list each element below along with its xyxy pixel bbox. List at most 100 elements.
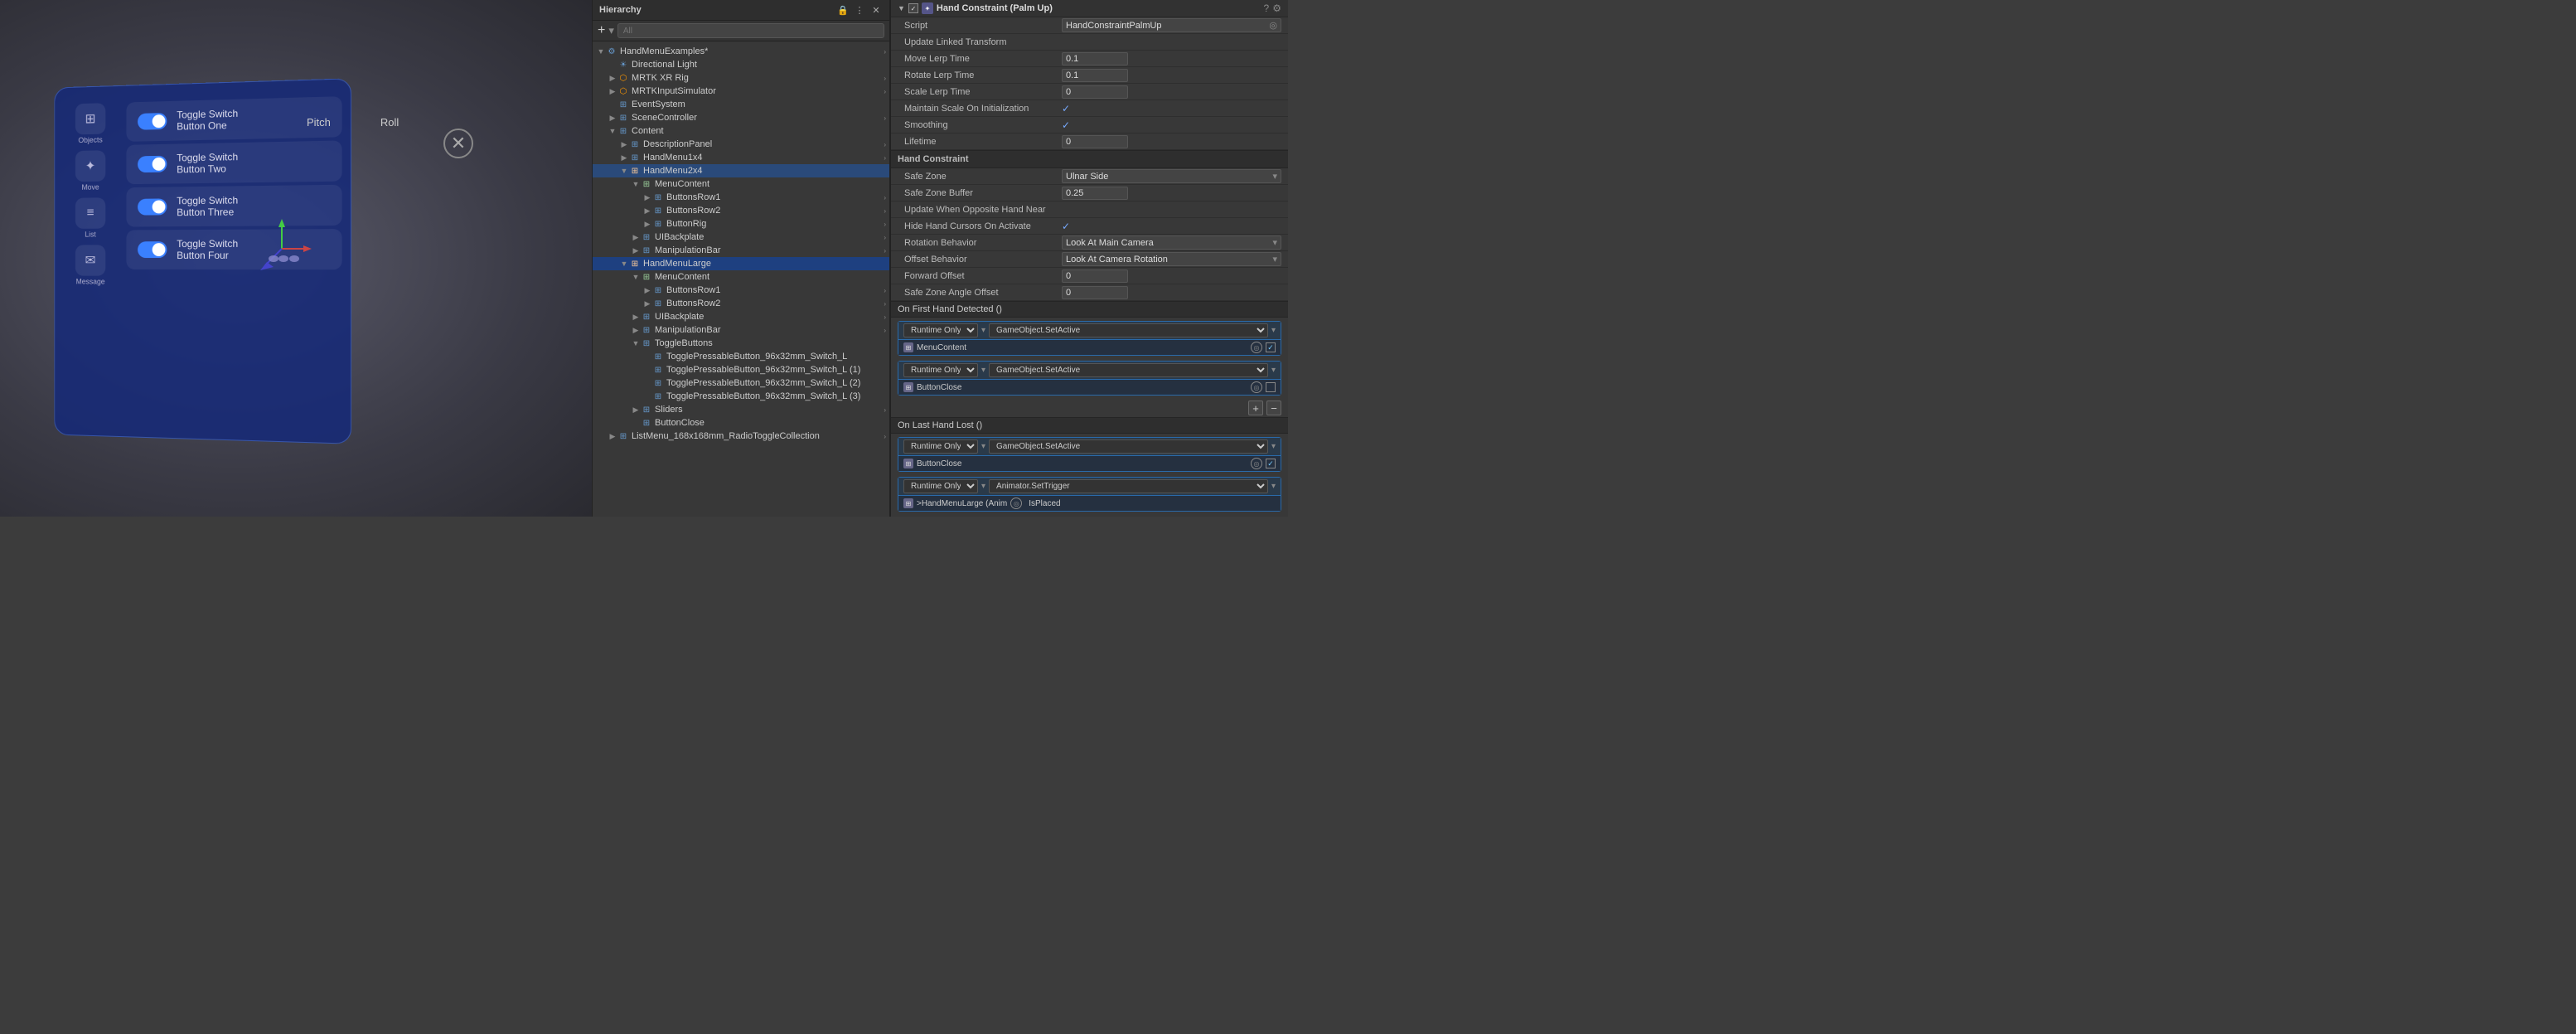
tree-item[interactable]: ⊞ButtonClose xyxy=(593,416,889,430)
fold-arrow-icon[interactable]: ▼ xyxy=(898,4,905,12)
script-picker-icon[interactable]: ◎ xyxy=(1269,20,1277,31)
toggle-row-2[interactable]: Toggle Switch Button Two xyxy=(126,140,341,184)
tree-item[interactable]: ▶⊞ManipulationBar› xyxy=(593,323,889,337)
tree-item[interactable]: ▼⚙HandMenuExamples*› xyxy=(593,45,889,58)
tree-item[interactable]: ▶⊞ListMenu_168x168mm_RadioToggleCollecti… xyxy=(593,430,889,443)
hierarchy-lock-icon[interactable]: 🔒 xyxy=(836,3,850,17)
tree-item[interactable]: ▶⊞ButtonsRow2› xyxy=(593,297,889,310)
tree-item[interactable]: ⊞TogglePressableButton_96x32mm_Switch_L … xyxy=(593,390,889,403)
tree-item[interactable]: ⊞TogglePressableButton_96x32mm_Switch_L … xyxy=(593,376,889,390)
prop-input-scale-lerp[interactable] xyxy=(1062,85,1128,99)
sidebar-item-move[interactable]: ✦ Move xyxy=(75,150,105,192)
tree-arrow-icon[interactable]: ▶ xyxy=(631,405,641,415)
tree-item[interactable]: ▶⊞ManipulationBar› xyxy=(593,244,889,257)
tree-arrow-icon[interactable]: ▼ xyxy=(631,273,641,281)
tree-item[interactable]: ▶⊞ButtonRig› xyxy=(593,217,889,231)
tree-item[interactable]: ⊞TogglePressableButton_96x32mm_Switch_L … xyxy=(593,363,889,376)
tree-arrow-icon[interactable]: ▼ xyxy=(631,180,641,188)
prop-dropdown-rotation-behavior[interactable]: Look At Main Camera ▾ xyxy=(1062,235,1281,250)
tree-item[interactable]: ☀Directional Light xyxy=(593,58,889,71)
event-value-dropdown-1a[interactable]: GameObject.SetActive xyxy=(989,323,1268,337)
first-hand-add-button[interactable]: + xyxy=(1248,400,1263,415)
prop-input-safe-zone-angle-offset[interactable] xyxy=(1062,286,1128,299)
toggle-switch-4[interactable] xyxy=(138,241,167,258)
tree-arrow-icon[interactable]: ▶ xyxy=(619,140,629,149)
gear-icon[interactable]: ⚙ xyxy=(1272,2,1281,14)
tree-arrow-icon[interactable]: ▶ xyxy=(631,233,641,242)
first-hand-remove-button[interactable]: − xyxy=(1266,400,1281,415)
tree-item[interactable]: ▶⊞UIBackplate› xyxy=(593,310,889,323)
tree-arrow-icon[interactable]: ▶ xyxy=(619,153,629,163)
toggle-switch-3[interactable] xyxy=(138,198,167,215)
tree-arrow-icon[interactable]: ▶ xyxy=(642,286,652,295)
tree-item[interactable]: ▶⊞ButtonsRow1› xyxy=(593,191,889,204)
event-dropdown-1a[interactable]: Runtime Only xyxy=(903,323,978,337)
tree-arrow-icon[interactable]: ▶ xyxy=(631,246,641,255)
script-value[interactable]: HandConstraintPalmUp ◎ xyxy=(1062,18,1281,32)
question-icon[interactable]: ? xyxy=(1264,2,1270,14)
prop-dropdown-safe-zone[interactable]: Ulnar Side ▾ xyxy=(1062,169,1281,183)
tree-arrow-icon[interactable]: ▶ xyxy=(631,313,641,322)
tree-arrow-icon[interactable]: ▶ xyxy=(642,193,652,202)
prop-input-safe-zone-buffer[interactable] xyxy=(1062,187,1128,200)
tree-item[interactable]: ▶⊞Sliders› xyxy=(593,403,889,416)
tree-arrow-icon[interactable]: ▶ xyxy=(608,432,617,441)
prop-dropdown-offset-behavior[interactable]: Look At Camera Rotation ▾ xyxy=(1062,252,1281,266)
tree-item[interactable]: ⊞EventSystem xyxy=(593,98,889,111)
tree-item[interactable]: ▼⊞MenuContent xyxy=(593,177,889,191)
hierarchy-search-input[interactable] xyxy=(617,23,884,38)
hierarchy-add-button[interactable]: + xyxy=(598,24,605,37)
prop-input-rotate-lerp[interactable] xyxy=(1062,69,1128,82)
tree-arrow-icon[interactable]: ▶ xyxy=(631,326,641,335)
tree-arrow-icon[interactable]: ▼ xyxy=(608,127,617,135)
tree-item[interactable]: ▶⊞SceneController› xyxy=(593,111,889,124)
tree-item[interactable]: ▶⊞HandMenu1x4› xyxy=(593,151,889,164)
tree-item[interactable]: ▶⊞ButtonsRow1› xyxy=(593,284,889,297)
event-checkbox-3a[interactable]: ✓ xyxy=(1266,459,1276,468)
hierarchy-dropdown-arrow[interactable]: ▾ xyxy=(608,24,614,37)
tree-item[interactable]: ▶⬡MRTKInputSimulator› xyxy=(593,85,889,98)
tree-item[interactable]: ▼⊞ToggleButtons xyxy=(593,337,889,350)
prop-input-lifetime[interactable] xyxy=(1062,135,1128,148)
tree-arrow-icon[interactable]: ▼ xyxy=(596,47,606,56)
sidebar-item-message[interactable]: ✉ Message xyxy=(75,245,105,285)
tree-arrow-icon[interactable]: ▶ xyxy=(642,299,652,308)
tree-item[interactable]: ▼⊞MenuContent xyxy=(593,270,889,284)
prop-input-move-lerp[interactable] xyxy=(1062,52,1128,66)
tree-item[interactable]: ▼⊞HandMenu2x4 xyxy=(593,164,889,177)
hierarchy-dots-icon[interactable]: ⋮ xyxy=(853,3,866,17)
tree-arrow-icon[interactable]: ▶ xyxy=(608,74,617,83)
tree-arrow-icon[interactable]: ▶ xyxy=(608,114,617,123)
event-dropdown-2a[interactable]: Runtime Only xyxy=(903,363,978,377)
close-button[interactable]: ✕ xyxy=(443,129,473,158)
tree-item[interactable]: ▼⊞Content xyxy=(593,124,889,138)
hierarchy-close-icon[interactable]: ✕ xyxy=(869,3,883,17)
prop-input-forward-offset[interactable] xyxy=(1062,269,1128,283)
event-obj-picker-2a[interactable]: ◎ xyxy=(1251,381,1262,393)
event-checkbox-2a[interactable] xyxy=(1266,382,1276,392)
toggle-switch-1[interactable] xyxy=(138,113,167,130)
event-value-dropdown-4a[interactable]: Animator.SetTrigger xyxy=(989,479,1268,493)
tree-item[interactable]: ▶⊞ButtonsRow2› xyxy=(593,204,889,217)
event-dropdown-3a[interactable]: Runtime Only xyxy=(903,439,978,454)
toggle-switch-2[interactable] xyxy=(138,156,167,172)
sidebar-item-objects[interactable]: ⊞ Objects xyxy=(75,103,105,144)
tree-item[interactable]: ▶⊞UIBackplate› xyxy=(593,231,889,244)
event-obj-picker-1a[interactable]: ◎ xyxy=(1251,342,1262,353)
tree-arrow-icon[interactable]: ▶ xyxy=(642,220,652,229)
tree-arrow-icon[interactable]: ▼ xyxy=(619,260,629,268)
tree-arrow-icon[interactable]: ▶ xyxy=(608,87,617,96)
event-checkbox-1a[interactable]: ✓ xyxy=(1266,342,1276,352)
tree-item[interactable]: ▶⬡MRTK XR Rig› xyxy=(593,71,889,85)
event-value-dropdown-2a[interactable]: GameObject.SetActive xyxy=(989,363,1268,377)
tree-arrow-icon[interactable]: ▼ xyxy=(619,167,629,175)
event-obj-picker-3a[interactable]: ◎ xyxy=(1251,458,1262,469)
component-checkbox[interactable]: ✓ xyxy=(908,3,918,13)
sidebar-item-list[interactable]: ≡ List xyxy=(75,197,105,238)
tree-item[interactable]: ⊞TogglePressableButton_96x32mm_Switch_L xyxy=(593,350,889,363)
event-obj-picker-4a[interactable]: ◎ xyxy=(1010,498,1022,509)
event-value-dropdown-3a[interactable]: GameObject.SetActive xyxy=(989,439,1268,454)
tree-arrow-icon[interactable]: ▶ xyxy=(642,206,652,216)
tree-item[interactable]: ▶⊞DescriptionPanel› xyxy=(593,138,889,151)
tree-arrow-icon[interactable]: ▼ xyxy=(631,339,641,347)
